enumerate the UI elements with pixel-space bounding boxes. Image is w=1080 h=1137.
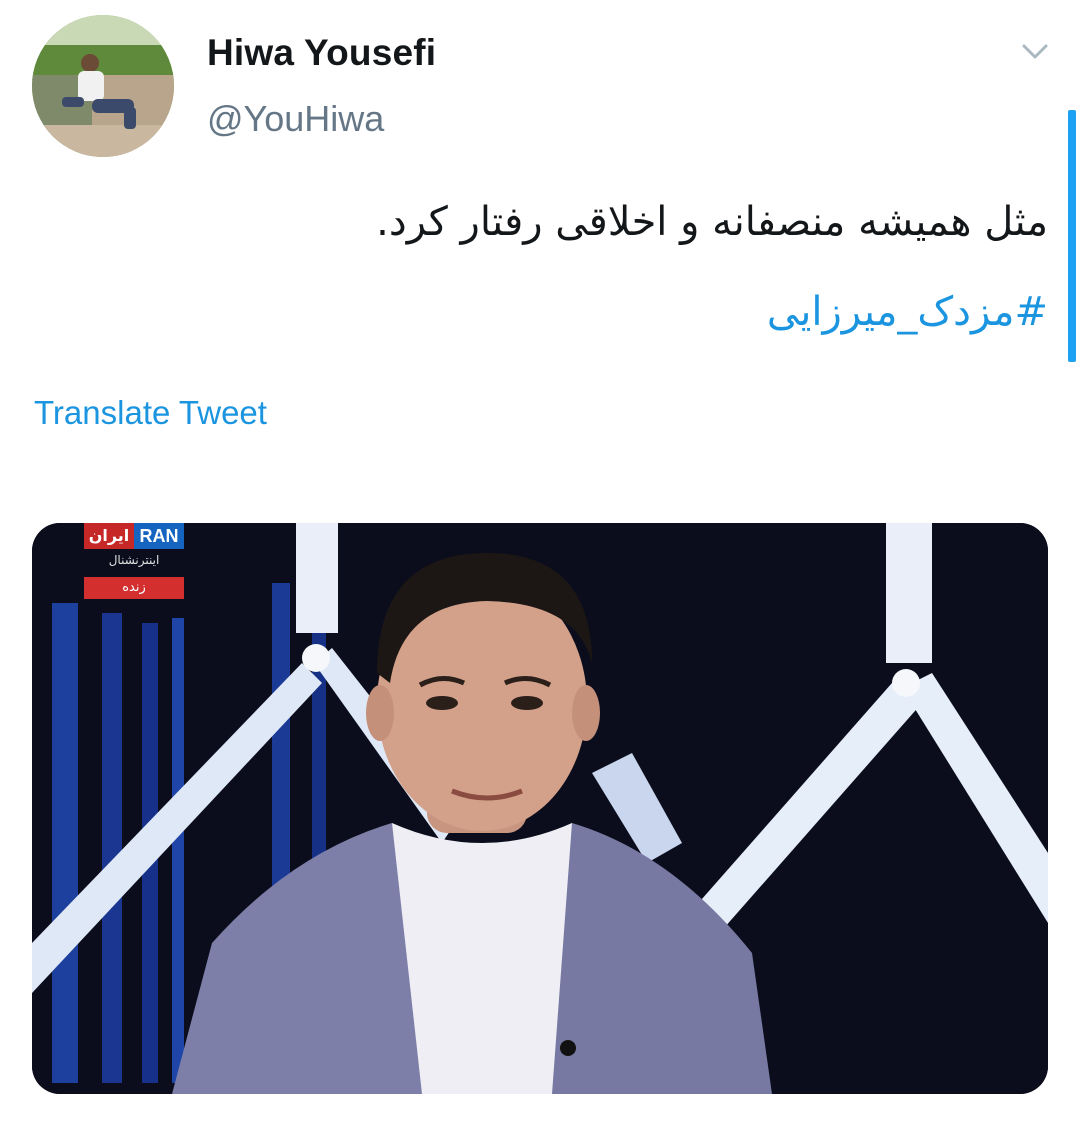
chevron-down-icon[interactable] [1016, 36, 1054, 68]
tweet-text: مثل همیشه منصفانه و اخلاقی رفتار کرد. [376, 199, 1048, 245]
channel-logo: ایران RAN اینترنشنال زنده [84, 523, 192, 603]
channel-logo-en: RAN [134, 523, 184, 549]
avatar[interactable] [32, 15, 174, 157]
handle[interactable]: @YouHiwa [207, 98, 384, 140]
channel-subtitle: اینترنشنال [108, 553, 160, 567]
display-name[interactable]: Hiwa Yousefi [207, 32, 436, 74]
channel-logo-fa: ایران [88, 526, 130, 545]
translate-tweet-link[interactable]: Translate Tweet [34, 394, 267, 432]
tweet-view: Hiwa Yousefi @YouHiwa مثل همیشه منصفانه … [0, 0, 1080, 1137]
live-badge: زنده [84, 577, 184, 599]
hashtag-link[interactable]: #مزدک_میرزایی [767, 286, 1048, 338]
scroll-indicator [1068, 110, 1076, 362]
tweet-media-image[interactable]: ایران RAN اینترنشنال زنده [32, 523, 1048, 1094]
